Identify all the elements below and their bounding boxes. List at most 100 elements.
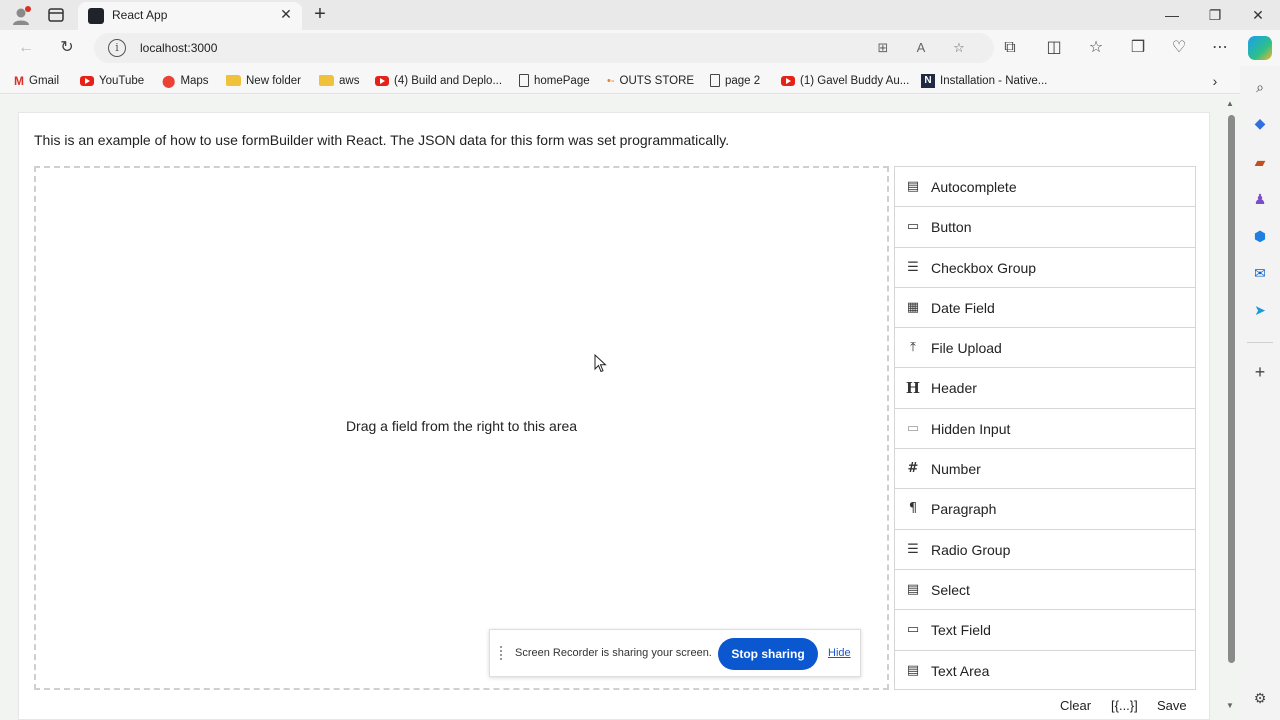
folder-icon <box>226 75 241 87</box>
collections-icon[interactable]: ❒ <box>1128 38 1148 58</box>
sidebar-divider <box>1247 342 1273 343</box>
minimize-icon[interactable]: — <box>1162 5 1182 25</box>
bookmark-new-folder[interactable]: New folder <box>226 72 301 90</box>
bookmark-maps[interactable]: ⬤ Maps <box>162 72 209 90</box>
bookmark-gavel-buddy[interactable]: (1) Gavel Buddy Au... <box>781 72 909 90</box>
sidebar-settings-icon[interactable]: ⚙ <box>1250 688 1270 708</box>
field-checkbox-group[interactable]: ☰ Checkbox Group <box>895 248 1195 288</box>
calendar-icon: ▦ <box>906 299 920 315</box>
profile-icon[interactable] <box>10 5 32 27</box>
restore-icon[interactable]: ❐ <box>1205 5 1225 25</box>
bookmark-page-2[interactable]: page 2 <box>710 72 760 90</box>
hash-icon: # <box>907 461 919 477</box>
outs-store-icon: •- <box>607 75 615 87</box>
react-favicon-icon <box>88 8 104 24</box>
youtube-icon <box>375 75 389 86</box>
bookmark-outs-store[interactable]: •- OUTS STORE <box>607 72 694 90</box>
bookmark-youtube[interactable]: YouTube <box>80 72 144 90</box>
page-icon <box>519 74 529 88</box>
extensions-icon[interactable]: ⧉ <box>1000 38 1020 58</box>
page-scrollbar[interactable]: ▲ ▼ <box>1224 97 1238 717</box>
clear-button[interactable]: Clear <box>1060 698 1091 713</box>
bookmark-aws[interactable]: aws <box>319 72 359 90</box>
drop-area-message: Drag a field from the right to this area <box>345 418 578 434</box>
send-icon[interactable]: ➤ <box>1250 300 1270 320</box>
page-viewport: This is an example of how to use formBui… <box>0 95 1240 720</box>
split-screen-icon[interactable]: ◫ <box>1044 38 1064 58</box>
paragraph-icon: ¶ <box>908 501 918 517</box>
tools-briefcase-icon[interactable]: ▰ <box>1250 152 1270 172</box>
text-field-icon: ▭ <box>906 622 920 638</box>
drag-handle-icon[interactable] <box>500 646 506 660</box>
scroll-down-icon[interactable]: ▼ <box>1226 701 1234 710</box>
field-palette: ▤ Autocomplete ▭ Button ☰ Checkbox Group… <box>894 166 1196 690</box>
scroll-up-icon[interactable]: ▲ <box>1226 99 1234 108</box>
close-tab-icon[interactable]: ✕ <box>278 6 294 22</box>
tab-actions-icon[interactable] <box>46 6 66 24</box>
folder-icon <box>319 75 334 87</box>
field-hidden-input[interactable]: ▭ Hidden Input <box>895 409 1195 450</box>
refresh-icon[interactable]: ↻ <box>57 38 77 58</box>
navigation-bar: ← ↻ i localhost:3000 ⊞ A ☆ ⧉ ◫ ☆ ❒ ♡ ⋯ <box>0 30 1280 66</box>
header-icon: H <box>905 379 921 398</box>
window-close-icon[interactable]: ✕ <box>1248 5 1268 25</box>
select-icon: ▤ <box>906 581 920 597</box>
copilot-icon[interactable] <box>1248 36 1272 60</box>
favorites-icon[interactable]: ☆ <box>1086 38 1106 58</box>
autocomplete-icon: ▤ <box>906 179 920 194</box>
mouse-cursor-icon <box>594 354 607 373</box>
office-icon[interactable]: ⬢ <box>1250 226 1270 246</box>
page-icon <box>710 74 720 88</box>
favorite-star-icon[interactable]: ☆ <box>950 39 968 57</box>
form-drop-area[interactable]: Drag a field from the right to this area <box>34 166 889 690</box>
field-autocomplete[interactable]: ▤ Autocomplete <box>895 167 1195 208</box>
site-info-icon[interactable]: i <box>108 39 126 57</box>
show-json-button[interactable]: [{...}] <box>1111 698 1138 713</box>
maps-icon: ⬤ <box>162 74 176 88</box>
bookmark-build-and-deploy[interactable]: (4) Build and Deplo... <box>375 72 502 90</box>
scroll-thumb[interactable] <box>1228 115 1235 663</box>
back-icon[interactable]: ← <box>16 38 36 58</box>
games-icon[interactable]: ♟ <box>1250 189 1270 209</box>
url-text[interactable]: localhost:3000 <box>140 41 217 55</box>
field-header[interactable]: H Header <box>895 368 1195 409</box>
radio-group-icon: ☰ <box>907 541 919 557</box>
address-bar[interactable]: i localhost:3000 ⊞ A ☆ <box>94 33 994 63</box>
field-date[interactable]: ▦ Date Field <box>895 288 1195 329</box>
upload-icon: ⤒ <box>910 340 916 356</box>
field-number[interactable]: # Number <box>895 449 1195 490</box>
bookmark-installation-native[interactable]: N Installation - Native... <box>921 72 1047 90</box>
field-button[interactable]: ▭ Button <box>895 207 1195 248</box>
field-file-upload[interactable]: ⤒ File Upload <box>895 328 1195 369</box>
stop-sharing-button[interactable]: Stop sharing <box>718 638 818 670</box>
app-available-icon[interactable]: ⊞ <box>874 39 892 57</box>
bookmark-gmail[interactable]: M Gmail <box>14 72 59 90</box>
edge-sidebar: ⌕ ◆ ▰ ♟ ⬢ ✉ ➤ + ⚙ <box>1240 66 1280 720</box>
tab-react-app[interactable]: React App ✕ <box>78 2 302 30</box>
more-menu-icon[interactable]: ⋯ <box>1210 38 1230 58</box>
read-aloud-icon[interactable]: A <box>912 39 930 57</box>
more-bookmarks-icon[interactable]: › <box>1206 72 1224 90</box>
field-text[interactable]: ▭ Text Field <box>895 610 1195 651</box>
bookmark-homepage[interactable]: homePage <box>519 72 590 90</box>
nativescript-icon: N <box>921 73 935 88</box>
shopping-tag-icon[interactable]: ◆ <box>1250 113 1270 133</box>
tab-title: React App <box>112 8 168 22</box>
field-select[interactable]: ▤ Select <box>895 570 1195 611</box>
new-tab-icon[interactable]: + <box>310 4 330 24</box>
bookmarks-bar: M Gmail YouTube ⬤ Maps New folder aws (4) … <box>0 68 1240 94</box>
field-text-area[interactable]: ▤ Text Area <box>895 651 1195 691</box>
screen-share-banner: Screen Recorder is sharing your screen. … <box>489 629 861 677</box>
intro-text: This is an example of how to use formBui… <box>34 132 730 148</box>
add-sidebar-app-icon[interactable]: + <box>1250 362 1270 382</box>
hidden-input-icon: ▭ <box>906 420 920 436</box>
browser-essentials-icon[interactable]: ♡ <box>1169 38 1189 58</box>
field-radio-group[interactable]: ☰ Radio Group <box>895 530 1195 570</box>
save-button[interactable]: Save <box>1157 698 1187 713</box>
field-paragraph[interactable]: ¶ Paragraph <box>895 489 1195 530</box>
youtube-icon <box>781 75 795 86</box>
outlook-icon[interactable]: ✉ <box>1250 263 1270 283</box>
search-icon[interactable]: ⌕ <box>1250 77 1270 97</box>
hide-link[interactable]: Hide <box>828 647 851 659</box>
tab-strip: React App ✕ + — ❐ ✕ <box>0 0 1280 30</box>
